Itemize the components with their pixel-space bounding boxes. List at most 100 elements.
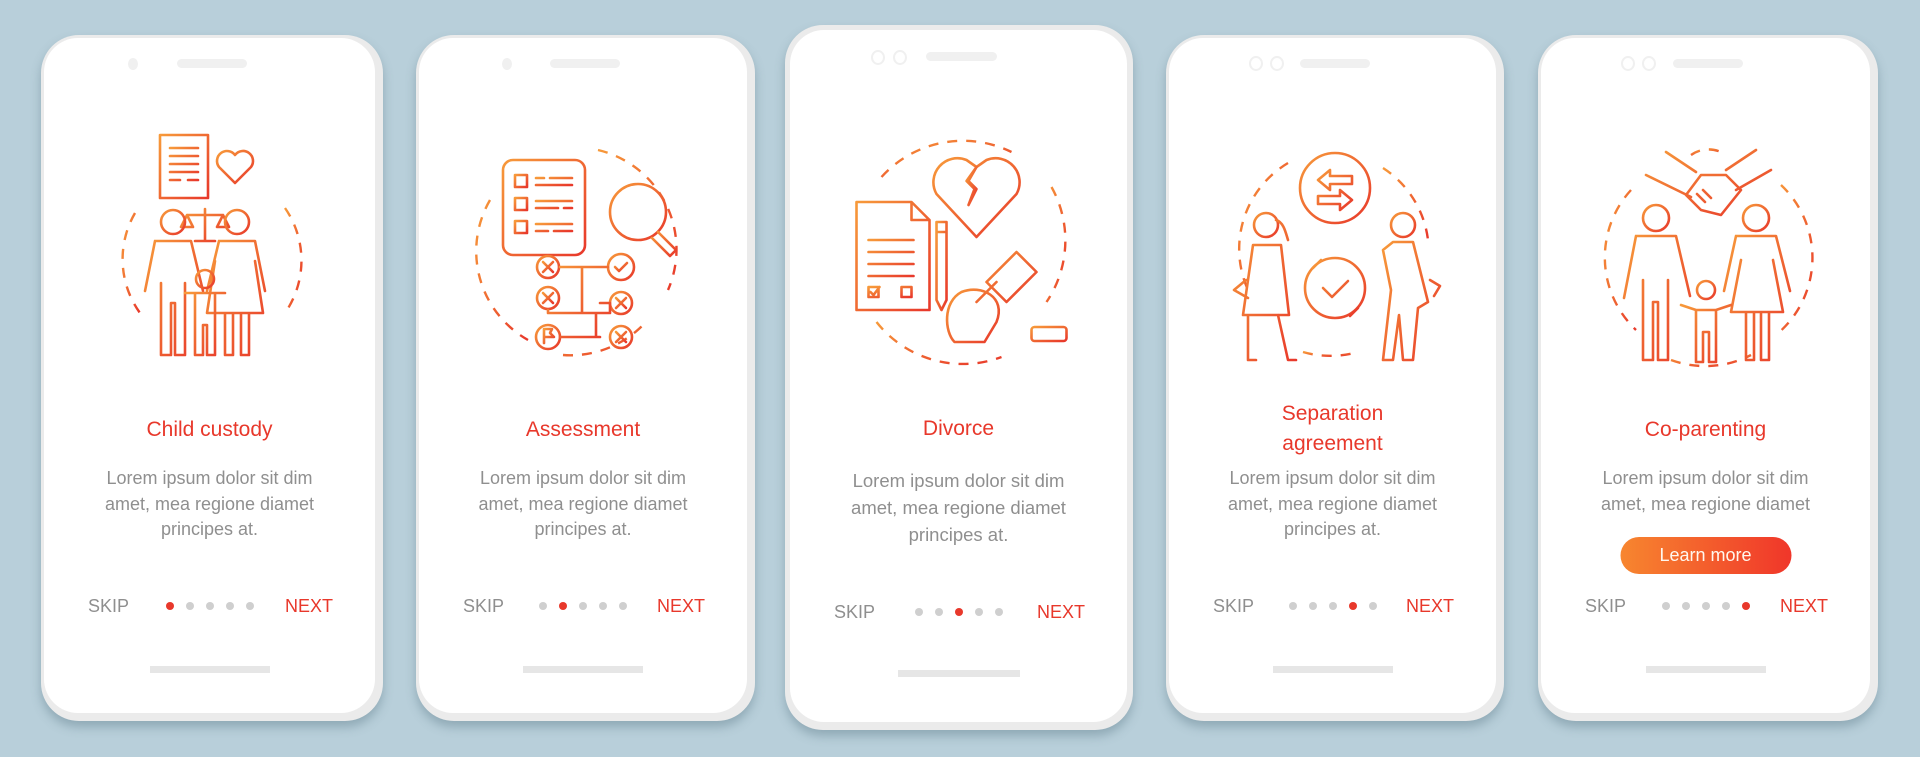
page-dot-4[interactable] bbox=[225, 602, 234, 610]
onboarding-screen-child-custody: Child custody Lorem ipsum dolor sit dim … bbox=[41, 35, 383, 721]
camera-dot bbox=[128, 58, 138, 70]
heart-icon bbox=[215, 149, 254, 185]
page-dot-1[interactable] bbox=[1661, 602, 1670, 610]
screen-description: Lorem ipsum dolor sit dim amet, mea regi… bbox=[851, 470, 1066, 545]
assessment-illustration bbox=[475, 148, 678, 357]
page-indicator bbox=[165, 602, 254, 610]
speaker-bar bbox=[550, 59, 620, 68]
page-dot-2[interactable] bbox=[185, 602, 194, 610]
page-indicator bbox=[914, 608, 1003, 616]
next-button[interactable]: NEXT bbox=[657, 594, 705, 618]
onboarding-screen-divorce: Divorce Lorem ipsum dolor sit dim amet, … bbox=[785, 25, 1133, 730]
onboarding-nav: SKIP NEXT bbox=[419, 594, 747, 618]
camera-dot bbox=[871, 50, 885, 65]
onboarding-screen-separation-agreement: Separation agreement Lorem ipsum dolor s… bbox=[1166, 35, 1504, 721]
child-custody-illustration bbox=[120, 133, 303, 357]
gavel-icon bbox=[974, 250, 1038, 304]
sensor-dot bbox=[1642, 56, 1656, 71]
divorce-illustration bbox=[854, 139, 1068, 366]
home-indicator bbox=[897, 670, 1020, 677]
next-button[interactable]: NEXT bbox=[1780, 594, 1828, 618]
page-dot-3[interactable] bbox=[1701, 602, 1710, 610]
page-dot-1[interactable] bbox=[914, 608, 923, 616]
speaker-bar bbox=[177, 59, 247, 68]
speaker-bar bbox=[1673, 59, 1743, 68]
page-dot-3[interactable] bbox=[1328, 602, 1337, 610]
father-icon bbox=[1641, 203, 1670, 233]
onboarding-screen-co-parenting: Co-parenting Lorem ipsum dolor sit dim a… bbox=[1538, 35, 1878, 721]
page-dot-2[interactable] bbox=[559, 602, 567, 610]
screen-description: Lorem ipsum dolor sit dim amet, mea regi… bbox=[1227, 468, 1438, 539]
exchange-arrows-icon bbox=[1298, 151, 1371, 225]
screen-title: Co-parenting bbox=[1644, 418, 1767, 441]
phone-screen: Divorce Lorem ipsum dolor sit dim amet, … bbox=[790, 30, 1127, 722]
page-dot-3[interactable] bbox=[579, 602, 587, 610]
onboarding-nav: SKIP NEXT bbox=[44, 594, 375, 618]
next-button[interactable]: NEXT bbox=[285, 594, 333, 618]
skip-button[interactable]: SKIP bbox=[834, 600, 875, 624]
speaker-bar bbox=[1300, 59, 1370, 68]
sensor-dot bbox=[893, 50, 907, 65]
screen-title: Divorce bbox=[922, 417, 995, 440]
camera-dot bbox=[502, 58, 512, 70]
page-dot-2[interactable] bbox=[1681, 602, 1690, 610]
child-icon bbox=[1695, 279, 1716, 301]
phone-screen: Child custody Lorem ipsum dolor sit dim … bbox=[44, 38, 375, 713]
page-dot-3[interactable] bbox=[205, 602, 214, 610]
page-dot-4[interactable] bbox=[1721, 602, 1730, 610]
screen-title: Child custody bbox=[146, 418, 273, 441]
page-dot-2[interactable] bbox=[934, 608, 943, 616]
phone-screen: Separation agreement Lorem ipsum dolor s… bbox=[1169, 38, 1496, 713]
page-dot-3[interactable] bbox=[954, 608, 963, 616]
screen-description: Lorem ipsum dolor sit dim amet, mea regi… bbox=[478, 468, 688, 539]
page-indicator bbox=[1661, 602, 1750, 610]
screen-description: Lorem ipsum dolor sit dim amet, mea regi… bbox=[104, 468, 315, 539]
sensor-dot bbox=[1270, 56, 1284, 71]
onboarding-nav: SKIP NEXT bbox=[790, 600, 1127, 624]
page-indicator bbox=[1288, 602, 1377, 610]
man-icon bbox=[1389, 211, 1416, 239]
mother-icon bbox=[1741, 203, 1770, 233]
home-indicator bbox=[149, 666, 270, 673]
page-indicator bbox=[539, 602, 627, 610]
learn-more-button[interactable]: Learn more bbox=[1620, 537, 1791, 574]
phone-screen: Assessment Lorem ipsum dolor sit dim ame… bbox=[419, 38, 747, 713]
scales-icon bbox=[179, 207, 230, 243]
co-parenting-illustration bbox=[1603, 148, 1814, 368]
page-dot-5[interactable] bbox=[619, 602, 627, 610]
page-dot-1[interactable] bbox=[165, 602, 174, 610]
onboarding-nav: SKIP NEXT bbox=[1169, 594, 1496, 618]
page-dot-1[interactable] bbox=[539, 602, 547, 610]
onboarding-screen-assessment: Assessment Lorem ipsum dolor sit dim ame… bbox=[416, 35, 755, 721]
home-indicator bbox=[523, 666, 643, 673]
page-dot-4[interactable] bbox=[974, 608, 983, 616]
page-dot-4[interactable] bbox=[1348, 602, 1357, 610]
page-dot-5[interactable] bbox=[1741, 602, 1750, 610]
next-button[interactable]: NEXT bbox=[1406, 594, 1454, 618]
screen-description: Lorem ipsum dolor sit dim amet, mea regi… bbox=[1600, 468, 1811, 514]
skip-button[interactable]: SKIP bbox=[88, 594, 129, 618]
camera-dot bbox=[1621, 56, 1635, 71]
page-dot-5[interactable] bbox=[245, 602, 254, 610]
woman-icon bbox=[1252, 211, 1279, 239]
screen-title: Separation agreement bbox=[1281, 402, 1384, 455]
document-icon bbox=[158, 133, 209, 200]
next-button[interactable]: NEXT bbox=[1037, 600, 1085, 624]
skip-button[interactable]: SKIP bbox=[463, 594, 504, 618]
page-dot-5[interactable] bbox=[994, 608, 1003, 616]
home-indicator bbox=[1645, 666, 1766, 673]
page-dot-5[interactable] bbox=[1368, 602, 1377, 610]
onboarding-nav: SKIP NEXT bbox=[1541, 594, 1870, 618]
pen-icon bbox=[934, 220, 948, 312]
screen-title: Assessment bbox=[525, 418, 641, 441]
camera-dot bbox=[1249, 56, 1263, 71]
page-dot-4[interactable] bbox=[599, 602, 607, 610]
page-dot-1[interactable] bbox=[1288, 602, 1297, 610]
page-dot-2[interactable] bbox=[1308, 602, 1317, 610]
separation-agreement-illustration bbox=[1232, 151, 1441, 362]
speaker-bar bbox=[926, 52, 997, 61]
skip-button[interactable]: SKIP bbox=[1213, 594, 1254, 618]
phone-screen: Co-parenting Lorem ipsum dolor sit dim a… bbox=[1541, 38, 1870, 713]
skip-button[interactable]: SKIP bbox=[1585, 594, 1626, 618]
home-indicator bbox=[1272, 666, 1393, 673]
